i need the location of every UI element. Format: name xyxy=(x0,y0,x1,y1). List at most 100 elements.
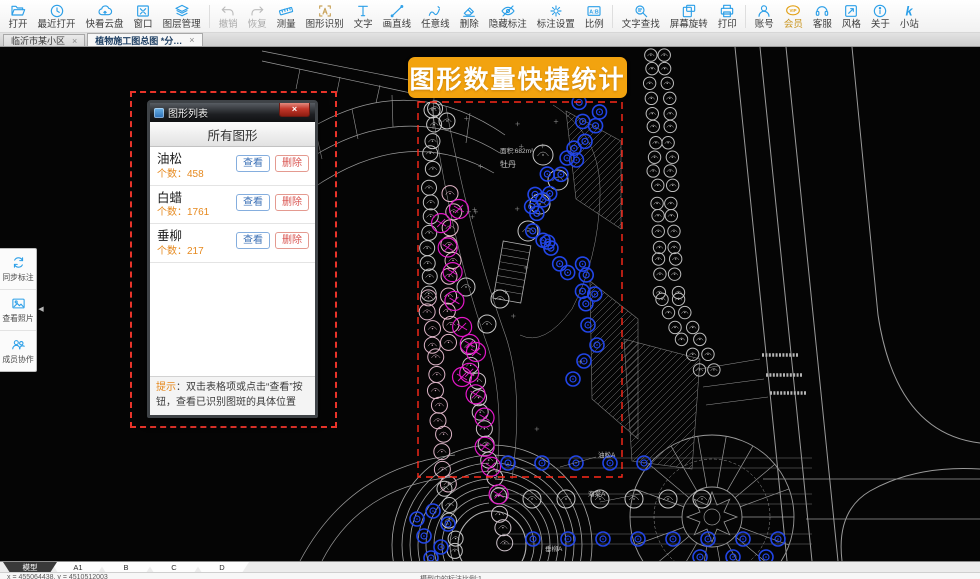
gear-icon xyxy=(548,3,564,19)
toolbar-button-text[interactable]: 文字 xyxy=(349,1,377,32)
toolbar-button-screen-rotate[interactable]: 屏幕旋转 xyxy=(665,1,712,32)
toolbar-button-vip[interactable]: VIP会员 xyxy=(779,1,807,32)
document-tab-1[interactable]: 植物施工图总图 *分…× xyxy=(87,33,202,46)
toolbar-button-about[interactable]: 关于 xyxy=(866,1,894,32)
toolbar-button-account[interactable]: 账号 xyxy=(750,1,778,32)
toolbar-button-label: 快看云盘 xyxy=(86,20,124,30)
sheet-tab-C[interactable]: C xyxy=(147,562,201,572)
k-logo-icon: k xyxy=(901,3,917,19)
sheet-tab-D[interactable]: D xyxy=(195,562,249,572)
toolbar-button-label: 打开 xyxy=(9,20,28,30)
headset-icon xyxy=(814,3,830,19)
toolbar-button-label: 撤销 xyxy=(219,20,238,30)
toolbar-button-open[interactable]: 打开 xyxy=(4,1,32,32)
toolbar-button-layer-manager[interactable]: 图层管理 xyxy=(158,1,205,32)
toolbar-button-label: 画直线 xyxy=(383,20,412,30)
toolbar-button-shape-recognition[interactable]: 图形识别 xyxy=(301,1,348,32)
sync-icon xyxy=(11,255,26,270)
view-button[interactable]: 查看 xyxy=(236,155,270,172)
toolbar-button-label: 比例 xyxy=(585,20,604,30)
text-icon xyxy=(355,3,371,19)
toolbar-button-service[interactable]: 客服 xyxy=(808,1,836,32)
sheet-tab-模型[interactable]: 模型 xyxy=(3,562,57,572)
toolbar-button-cloud-disk[interactable]: 快看云盘 xyxy=(81,1,128,32)
vip-icon: VIP xyxy=(785,3,801,19)
side-panel-item-label: 成员协作 xyxy=(2,353,33,364)
cloud-icon xyxy=(97,3,113,19)
toolbar-divider xyxy=(745,5,746,28)
toolbar-button-hide-annotation[interactable]: 隐藏标注 xyxy=(484,1,531,32)
toolbar-button-label: 关于 xyxy=(871,20,890,30)
toolbar-button-label: 最近打开 xyxy=(38,20,76,30)
style-icon xyxy=(843,3,859,19)
toolbar-button-print[interactable]: 打印 xyxy=(713,1,741,32)
tab-close-icon[interactable]: × xyxy=(72,36,77,46)
toolbar-button-style[interactable]: 风格 xyxy=(837,1,865,32)
side-panel-collapse-arrow[interactable]: ◀ xyxy=(37,297,45,321)
graphics-list-row-1[interactable]: 白蜡个数：1761查看删除 xyxy=(150,186,315,225)
svg-text:A:B: A:B xyxy=(589,9,599,15)
redo-icon xyxy=(249,3,265,19)
graphics-list-row-2[interactable]: 垂柳个数：217查看删除 xyxy=(150,224,315,263)
dialog-titlebar[interactable]: 图形列表 × xyxy=(150,103,315,122)
toolbar-button-freehand-line[interactable]: 任意线 xyxy=(417,1,455,32)
toolbar-button-window[interactable]: 窗口 xyxy=(129,1,157,32)
toolbar-button-label: 标注设置 xyxy=(537,20,575,30)
toolbar-button-label: 删除 xyxy=(460,20,479,30)
delete-button[interactable]: 删除 xyxy=(275,232,309,249)
view-button[interactable]: 查看 xyxy=(236,232,270,249)
toolbar-button-annotation-settings[interactable]: 标注设置 xyxy=(532,1,579,32)
cad-viewer-app: { "toolbar": { "items": [ {"id":"open","… xyxy=(0,0,980,578)
toolbar-button-label: 文字查找 xyxy=(622,20,660,30)
dialog-close-button[interactable]: × xyxy=(279,103,310,117)
side-tool-panel: 同步标注查看照片成员协作 xyxy=(0,248,37,372)
eraser-icon xyxy=(461,3,477,19)
side-panel-item-view-photos[interactable]: 查看照片 xyxy=(0,290,36,331)
toolbar-button-draw-line[interactable]: 画直线 xyxy=(378,1,416,32)
line-icon xyxy=(389,3,405,19)
info-icon xyxy=(872,3,888,19)
sheet-tab-B[interactable]: B xyxy=(99,562,153,572)
freehand-icon xyxy=(427,3,443,19)
toolbar-button-label: 图层管理 xyxy=(163,20,201,30)
printer-icon xyxy=(719,3,735,19)
toolbar-button-site[interactable]: k小站 xyxy=(895,1,923,32)
side-panel-item-label: 同步标注 xyxy=(2,271,33,282)
graphics-list-dialog: 图形列表 × 所有图形 油松个数：458查看删除白蜡个数：1761查看删除垂柳个… xyxy=(147,100,318,418)
toolbar-button-recent-open[interactable]: 最近打开 xyxy=(33,1,80,32)
annotation-scale-text: 模型中的标注比例:1 xyxy=(420,574,482,579)
delete-button[interactable]: 删除 xyxy=(275,155,309,172)
delete-button[interactable]: 删除 xyxy=(275,194,309,211)
toolbar-button-label: 图形识别 xyxy=(306,20,344,30)
toolbar-button-label: 客服 xyxy=(813,20,832,30)
dialog-app-icon xyxy=(154,108,164,118)
toolbar-divider xyxy=(612,5,613,28)
toolbar-button-label: 恢复 xyxy=(248,20,267,30)
view-button[interactable]: 查看 xyxy=(236,194,270,211)
layers-icon xyxy=(174,3,190,19)
document-tab-0[interactable]: 临沂市某小区× xyxy=(3,34,85,46)
row-actions: 查看删除 xyxy=(236,194,309,211)
toolbar-button-scale[interactable]: A:B 比例 xyxy=(580,1,608,32)
window-icon xyxy=(135,3,151,19)
sheet-tab-A1[interactable]: A1 xyxy=(51,562,105,572)
toolbar-button-measure[interactable]: 测量 xyxy=(272,1,300,32)
toolbar-button-label: 隐藏标注 xyxy=(489,20,527,30)
person-icon xyxy=(756,3,772,19)
toolbar-button-text-search[interactable]: 文字查找 xyxy=(617,1,664,32)
side-panel-item-member-collab[interactable]: 成员协作 xyxy=(0,331,36,371)
graphics-list-row-0[interactable]: 油松个数：458查看删除 xyxy=(150,147,315,186)
toolbar-button-label: 小站 xyxy=(900,20,919,30)
shape-recognition-icon xyxy=(317,3,333,19)
dialog-hint: 提示：双击表格项或点击“查看”按钮，查看已识别图斑的具体位置 xyxy=(150,376,315,415)
toolbar-button-delete[interactable]: 删除 xyxy=(455,1,483,32)
toolbar-button-redo: 恢复 xyxy=(243,1,271,32)
row-actions: 查看删除 xyxy=(236,155,309,172)
cursor-coordinates: x = 455064438, y = 4510512003 xyxy=(7,574,108,579)
tab-close-icon[interactable]: × xyxy=(189,35,194,45)
side-panel-item-sync-annotation[interactable]: 同步标注 xyxy=(0,249,36,290)
ruler-icon xyxy=(278,3,294,19)
toolbar-button-label: 会员 xyxy=(784,20,803,30)
sheet-tab-bar: 模型A1BCD xyxy=(0,561,980,572)
toolbar-button-label: 文字 xyxy=(354,20,373,30)
